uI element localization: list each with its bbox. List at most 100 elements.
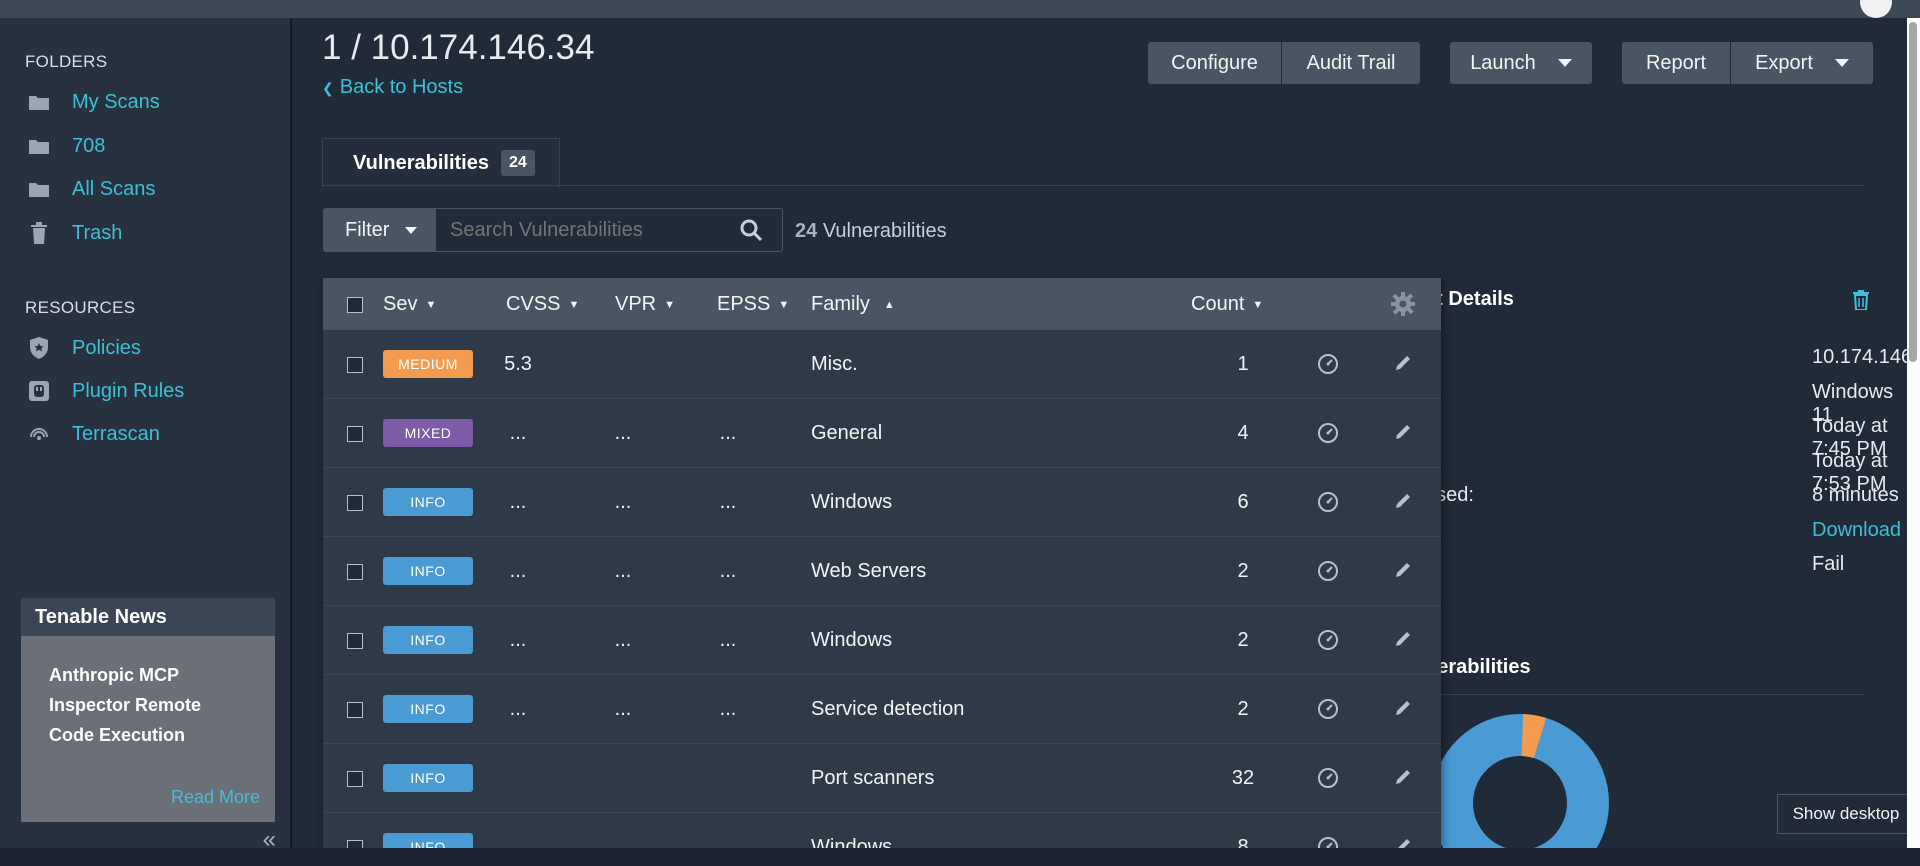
row-checkbox[interactable] (347, 564, 363, 580)
donut-info-segment (1431, 714, 1609, 848)
caret-down-icon (1557, 59, 1572, 67)
count-cell: 4 (1237, 422, 1249, 444)
snooze-clock-icon[interactable] (1317, 698, 1339, 720)
download-link[interactable]: Download (1812, 519, 1901, 542)
sidebar-item-terrascan[interactable]: Terrascan (28, 418, 160, 450)
row-checkbox[interactable] (347, 771, 363, 787)
folder-icon (28, 91, 50, 113)
sidebar-item-708[interactable]: 708 (28, 130, 105, 162)
edit-pencil-icon[interactable] (1393, 560, 1415, 582)
family-cell: General (811, 422, 883, 444)
cvss-cell: 5.3 (504, 353, 532, 375)
edit-pencil-icon[interactable] (1393, 836, 1415, 848)
table-row[interactable]: INFO ... ... ... Windows 6 (323, 468, 1441, 537)
row-checkbox[interactable] (347, 495, 363, 511)
tab-label: Vulnerabilities (353, 151, 489, 174)
row-checkbox[interactable] (347, 426, 363, 442)
family-cell: Misc. (811, 353, 858, 375)
news-widget: Tenable News Anthropic MCP Inspector Rem… (21, 598, 275, 822)
back-to-hosts-link[interactable]: ❮ Back to Hosts (322, 76, 463, 99)
top-bar (0, 0, 1920, 18)
column-label: VPR (615, 293, 657, 315)
column-header-epss[interactable]: EPSS ▼ (717, 278, 789, 330)
gear-icon[interactable] (1391, 292, 1415, 321)
audit-trail-button[interactable]: Audit Trail (1282, 42, 1420, 84)
snooze-clock-icon[interactable] (1317, 491, 1339, 513)
table-row[interactable]: INFO ... ... ... Windows 2 (323, 606, 1441, 675)
sidebar-item-label: Trash (72, 221, 123, 244)
sidebar-item-label: Plugin Rules (72, 379, 185, 402)
column-label: Count (1191, 293, 1245, 315)
configure-button[interactable]: Configure (1148, 42, 1281, 84)
snooze-clock-icon[interactable] (1317, 629, 1339, 651)
launch-button[interactable]: Launch (1450, 42, 1592, 84)
table-row[interactable]: INFO ... ... ... Service detection 2 (323, 675, 1441, 744)
family-cell: Windows (811, 629, 893, 651)
sidebar-item-plugin-rules[interactable]: Plugin Rules (28, 375, 184, 407)
column-header-vpr[interactable]: VPR ▼ (615, 278, 675, 330)
row-checkbox[interactable] (347, 840, 363, 848)
news-headline[interactable]: Anthropic MCP Inspector Remote Code Exec… (21, 636, 275, 750)
sort-down-icon: ▼ (1252, 299, 1264, 311)
edit-pencil-icon[interactable] (1393, 629, 1415, 651)
snooze-clock-icon[interactable] (1317, 422, 1339, 444)
user-avatar[interactable] (1860, 0, 1892, 18)
edit-pencil-icon[interactable] (1393, 767, 1415, 789)
delete-host-trash-icon[interactable] (1852, 290, 1870, 311)
column-label: Sev (383, 293, 418, 315)
tab-vulnerabilities[interactable]: Vulnerabilities 24 (322, 138, 560, 187)
snooze-clock-icon[interactable] (1317, 767, 1339, 789)
sidebar-item-label: My Scans (72, 90, 160, 113)
column-header-family[interactable]: Family ▲ (811, 278, 895, 330)
epss-cell (693, 813, 763, 848)
search-icon[interactable] (739, 218, 765, 244)
epss-cell: ... (719, 629, 737, 651)
snooze-clock-icon[interactable] (1317, 836, 1339, 848)
column-header-cvss[interactable]: CVSS ▼ (506, 278, 579, 330)
vulnerability-count: 24 Vulnerabilities (795, 220, 947, 243)
table-row[interactable]: INFO Windows 8 (323, 813, 1441, 848)
sidebar-item-label: Policies (72, 336, 141, 359)
table-row[interactable]: MEDIUM 5.3 Misc. 1 (323, 330, 1441, 399)
row-checkbox[interactable] (347, 702, 363, 718)
folder-icon (28, 135, 50, 157)
snooze-clock-icon[interactable] (1317, 353, 1339, 375)
snooze-clock-icon[interactable] (1317, 560, 1339, 582)
column-label: EPSS (717, 293, 771, 315)
read-more-link[interactable]: Read More (171, 787, 260, 808)
sidebar-item-policies[interactable]: Policies (28, 332, 141, 364)
family-cell: Service detection (811, 698, 965, 720)
select-all-checkbox[interactable] (347, 297, 363, 313)
folders-title: FOLDERS (25, 52, 108, 71)
cvss-cell: ... (509, 560, 527, 582)
scrollbar-thumb[interactable] (1909, 22, 1917, 362)
vulnerabilities-table: Sev ▼ CVSS ▼ VPR ▼ EPSS ▼ Family ▲ Count ▼ MED… (323, 278, 1441, 848)
column-label: Family (811, 293, 870, 315)
detail-value: 8 minutes (1812, 484, 1899, 506)
tab-divider (322, 185, 1865, 186)
family-cell: Web Servers (811, 560, 927, 582)
column-header-sev[interactable]: Sev ▼ (383, 278, 436, 330)
edit-pencil-icon[interactable] (1393, 491, 1415, 513)
search-input[interactable] (435, 208, 783, 252)
row-checkbox[interactable] (347, 357, 363, 373)
row-checkbox[interactable] (347, 633, 363, 649)
sidebar-item-trash[interactable]: Trash (28, 217, 122, 249)
table-row[interactable]: INFO Port scanners 32 (323, 744, 1441, 813)
edit-pencil-icon[interactable] (1393, 422, 1415, 444)
filter-button[interactable]: Filter (323, 208, 435, 252)
edit-pencil-icon[interactable] (1393, 353, 1415, 375)
report-button[interactable]: Report (1622, 42, 1730, 84)
sidebar-item-label: All Scans (72, 177, 156, 200)
sidebar-item-my-scans[interactable]: My Scans (28, 86, 160, 118)
count-cell: 2 (1237, 629, 1249, 651)
sidebar-item-all-scans[interactable]: All Scans (28, 173, 155, 205)
edit-pencil-icon[interactable] (1393, 698, 1415, 720)
vpr-cell: ... (614, 698, 632, 720)
count-cell: 1 (1237, 353, 1249, 375)
column-header-count[interactable]: Count ▼ (1191, 278, 1263, 330)
export-button[interactable]: Export (1731, 42, 1873, 84)
table-row[interactable]: INFO ... ... ... Web Servers 2 (323, 537, 1441, 606)
table-row[interactable]: MIXED ... ... ... General 4 (323, 399, 1441, 468)
cvss-cell: ... (509, 422, 527, 444)
